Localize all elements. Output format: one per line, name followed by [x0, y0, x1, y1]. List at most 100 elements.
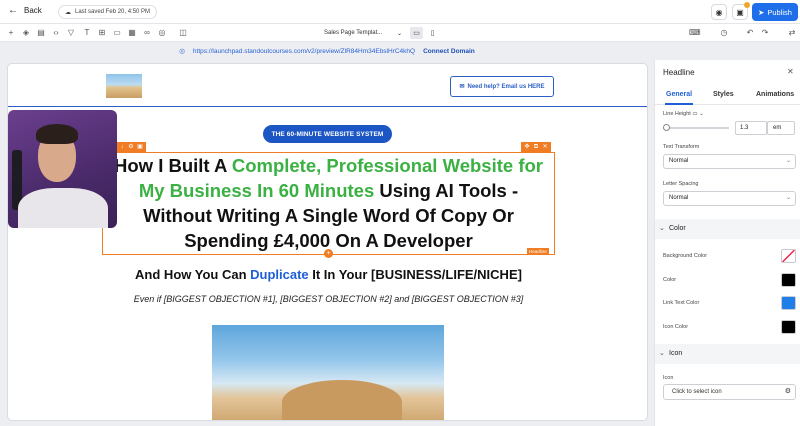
- background-color-swatch[interactable]: [781, 249, 796, 263]
- close-icon[interactable]: ✕: [787, 67, 794, 76]
- mail-icon: ✉: [459, 84, 465, 90]
- hero-image[interactable]: [212, 325, 444, 420]
- eye-icon: ◉: [715, 7, 723, 17]
- template-select[interactable]: Sales Page Templat... ⌄: [320, 27, 406, 39]
- icon-picker-placeholder: Click to select icon: [672, 389, 722, 395]
- logo-image[interactable]: [106, 74, 142, 98]
- link-text-color-swatch[interactable]: [781, 296, 796, 310]
- template-select-value: Sales Page Templat...: [324, 30, 383, 36]
- save-element-icon[interactable]: ▣: [137, 144, 143, 150]
- icon-color-label: Icon Color: [663, 324, 689, 330]
- page-header-section[interactable]: ✉ Need help? Email us HERE: [8, 64, 647, 107]
- connect-domain-link[interactable]: Connect Domain: [423, 48, 475, 55]
- preview-url-link[interactable]: https://launchpad.standoutcourses.com/v2…: [193, 48, 415, 55]
- top-bar: ← Back ☁ Last saved Feb 20, 4:50 PM ◉ ▣ …: [0, 0, 800, 24]
- save-button[interactable]: ▣: [732, 2, 750, 20]
- settings-icon[interactable]: ⚙: [128, 144, 134, 150]
- subhead-highlight: Duplicate: [250, 267, 309, 282]
- letter-spacing-label: Letter Spacing: [663, 181, 699, 187]
- form-icon[interactable]: ▭: [112, 28, 122, 37]
- link-icon[interactable]: ∞: [142, 28, 152, 37]
- publish-button[interactable]: ➤ Publish: [752, 3, 798, 21]
- move-icon[interactable]: ✥: [524, 144, 530, 150]
- icon-section-header[interactable]: ⌄ Icon: [655, 344, 800, 364]
- tab-animations[interactable]: Animations: [756, 91, 794, 98]
- unsaved-indicator: [744, 2, 750, 8]
- save-status-text: Last saved Feb 20, 4:50 PM: [75, 9, 151, 15]
- desktop-icon: ▭: [413, 30, 420, 37]
- send-icon: ➤: [758, 7, 765, 17]
- sidebar-toggle-icon[interactable]: ◫: [178, 28, 188, 37]
- history-icon[interactable]: ◷: [719, 28, 729, 37]
- line-height-unit-select[interactable]: em: [767, 121, 795, 135]
- add-element-icon[interactable]: +: [6, 28, 16, 37]
- subhead-part-1: And How You Can: [135, 267, 251, 282]
- undo-icon[interactable]: ↶: [745, 28, 755, 37]
- floppy-icon: ▣: [736, 7, 744, 17]
- element-type-label: Headline: [527, 248, 549, 255]
- text-transform-value: Normal: [669, 158, 689, 164]
- line-height-label: Line Height ▭ ⌄: [663, 111, 704, 117]
- mobile-icon: ▯: [430, 30, 435, 37]
- chevron-down-icon: ⌄: [396, 30, 402, 37]
- webcam-overlay: [8, 110, 117, 228]
- desktop-icon: ▭ ⌄: [692, 111, 704, 117]
- funnel-icon[interactable]: ▽: [66, 28, 76, 37]
- code-icon[interactable]: ‹›: [51, 28, 61, 37]
- hero-image-dune: [282, 380, 402, 420]
- redo-icon[interactable]: ↷: [760, 28, 770, 37]
- chevron-down-icon: ⌄: [785, 158, 791, 164]
- properties-panel: Headline ✕ General Styles Animations Lin…: [654, 60, 800, 426]
- text-icon[interactable]: T: [82, 28, 92, 37]
- arrow-left-icon: ←: [8, 5, 18, 16]
- letter-spacing-select[interactable]: Normal ⌄: [663, 191, 796, 206]
- line-height-input[interactable]: 1.3: [735, 121, 767, 135]
- element-toolbar-left: ↓ ⚙ ▣: [116, 142, 146, 152]
- pages-icon[interactable]: ▤: [36, 28, 46, 37]
- line-height-slider-handle[interactable]: [663, 124, 670, 131]
- preview-url-bar: ◎ https://launchpad.standoutcourses.com/…: [0, 42, 654, 60]
- grid-icon[interactable]: ▦: [127, 28, 137, 37]
- delete-icon[interactable]: ✕: [542, 144, 548, 150]
- text-color-swatch[interactable]: [781, 273, 796, 287]
- subhead-part-2: It In Your [BUSINESS/LIFE/NICHE]: [308, 267, 522, 282]
- publish-label: Publish: [767, 7, 792, 17]
- help-email-label: Need help? Email us HERE: [467, 83, 545, 90]
- color-section-header[interactable]: ⌄ Color: [655, 219, 800, 239]
- line-height-label-text: Line Height: [663, 111, 691, 117]
- eyebrow-pill[interactable]: THE 60-MINUTE WEBSITE SYSTEM: [263, 125, 392, 143]
- text-transform-select[interactable]: Normal ⌄: [663, 154, 796, 169]
- add-below-icon[interactable]: +: [324, 249, 333, 258]
- element-toolbar-right: ✥ ⧉ ✕: [521, 142, 551, 152]
- swap-icon[interactable]: ⇄: [787, 28, 797, 37]
- cloud-icon: ☁: [65, 9, 71, 16]
- icon-picker[interactable]: Click to select icon ⚙: [663, 384, 796, 400]
- editor-toolbar: + ◈ ▤ ‹› ▽ T ⊞ ▭ ▦ ∞ ◎ ◫ Sales Page Temp…: [0, 24, 800, 42]
- headline-part-1: How I Built A: [114, 155, 232, 176]
- desktop-view-button[interactable]: ▭: [410, 27, 423, 39]
- page-headline[interactable]: How I Built A Complete, Professional Web…: [102, 153, 555, 253]
- background-color-label: Background Color: [663, 253, 708, 259]
- page-subheadline[interactable]: And How You Can Duplicate It In Your [BU…: [68, 267, 589, 282]
- keyboard-icon[interactable]: ⌨: [689, 28, 701, 37]
- line-height-slider-track[interactable]: [663, 127, 729, 129]
- presenter-shirt: [18, 188, 108, 228]
- chevron-down-icon: ⌄: [785, 195, 791, 201]
- letter-spacing-value: Normal: [669, 195, 689, 201]
- download-icon[interactable]: ↓: [119, 144, 125, 150]
- layers-icon[interactable]: ◈: [21, 28, 31, 37]
- mobile-view-button[interactable]: ▯: [426, 27, 439, 39]
- objections-text[interactable]: Even if [BIGGEST OBJECTION #1], [BIGGEST…: [68, 294, 589, 304]
- tab-general[interactable]: General: [666, 91, 692, 98]
- presenter-hair: [36, 124, 78, 144]
- icon-color-swatch[interactable]: [781, 320, 796, 334]
- preview-button[interactable]: ◉: [711, 4, 727, 20]
- panel-tabs: General Styles Animations: [655, 89, 800, 105]
- tab-styles[interactable]: Styles: [713, 91, 734, 98]
- back-button[interactable]: ← Back: [8, 5, 42, 16]
- duplicate-icon[interactable]: ⧉: [533, 144, 539, 150]
- chevron-down-icon: ⌄: [659, 225, 665, 232]
- globe-icon[interactable]: ◎: [157, 28, 167, 37]
- help-email-button[interactable]: ✉ Need help? Email us HERE: [450, 76, 554, 97]
- table-icon[interactable]: ⊞: [97, 28, 107, 37]
